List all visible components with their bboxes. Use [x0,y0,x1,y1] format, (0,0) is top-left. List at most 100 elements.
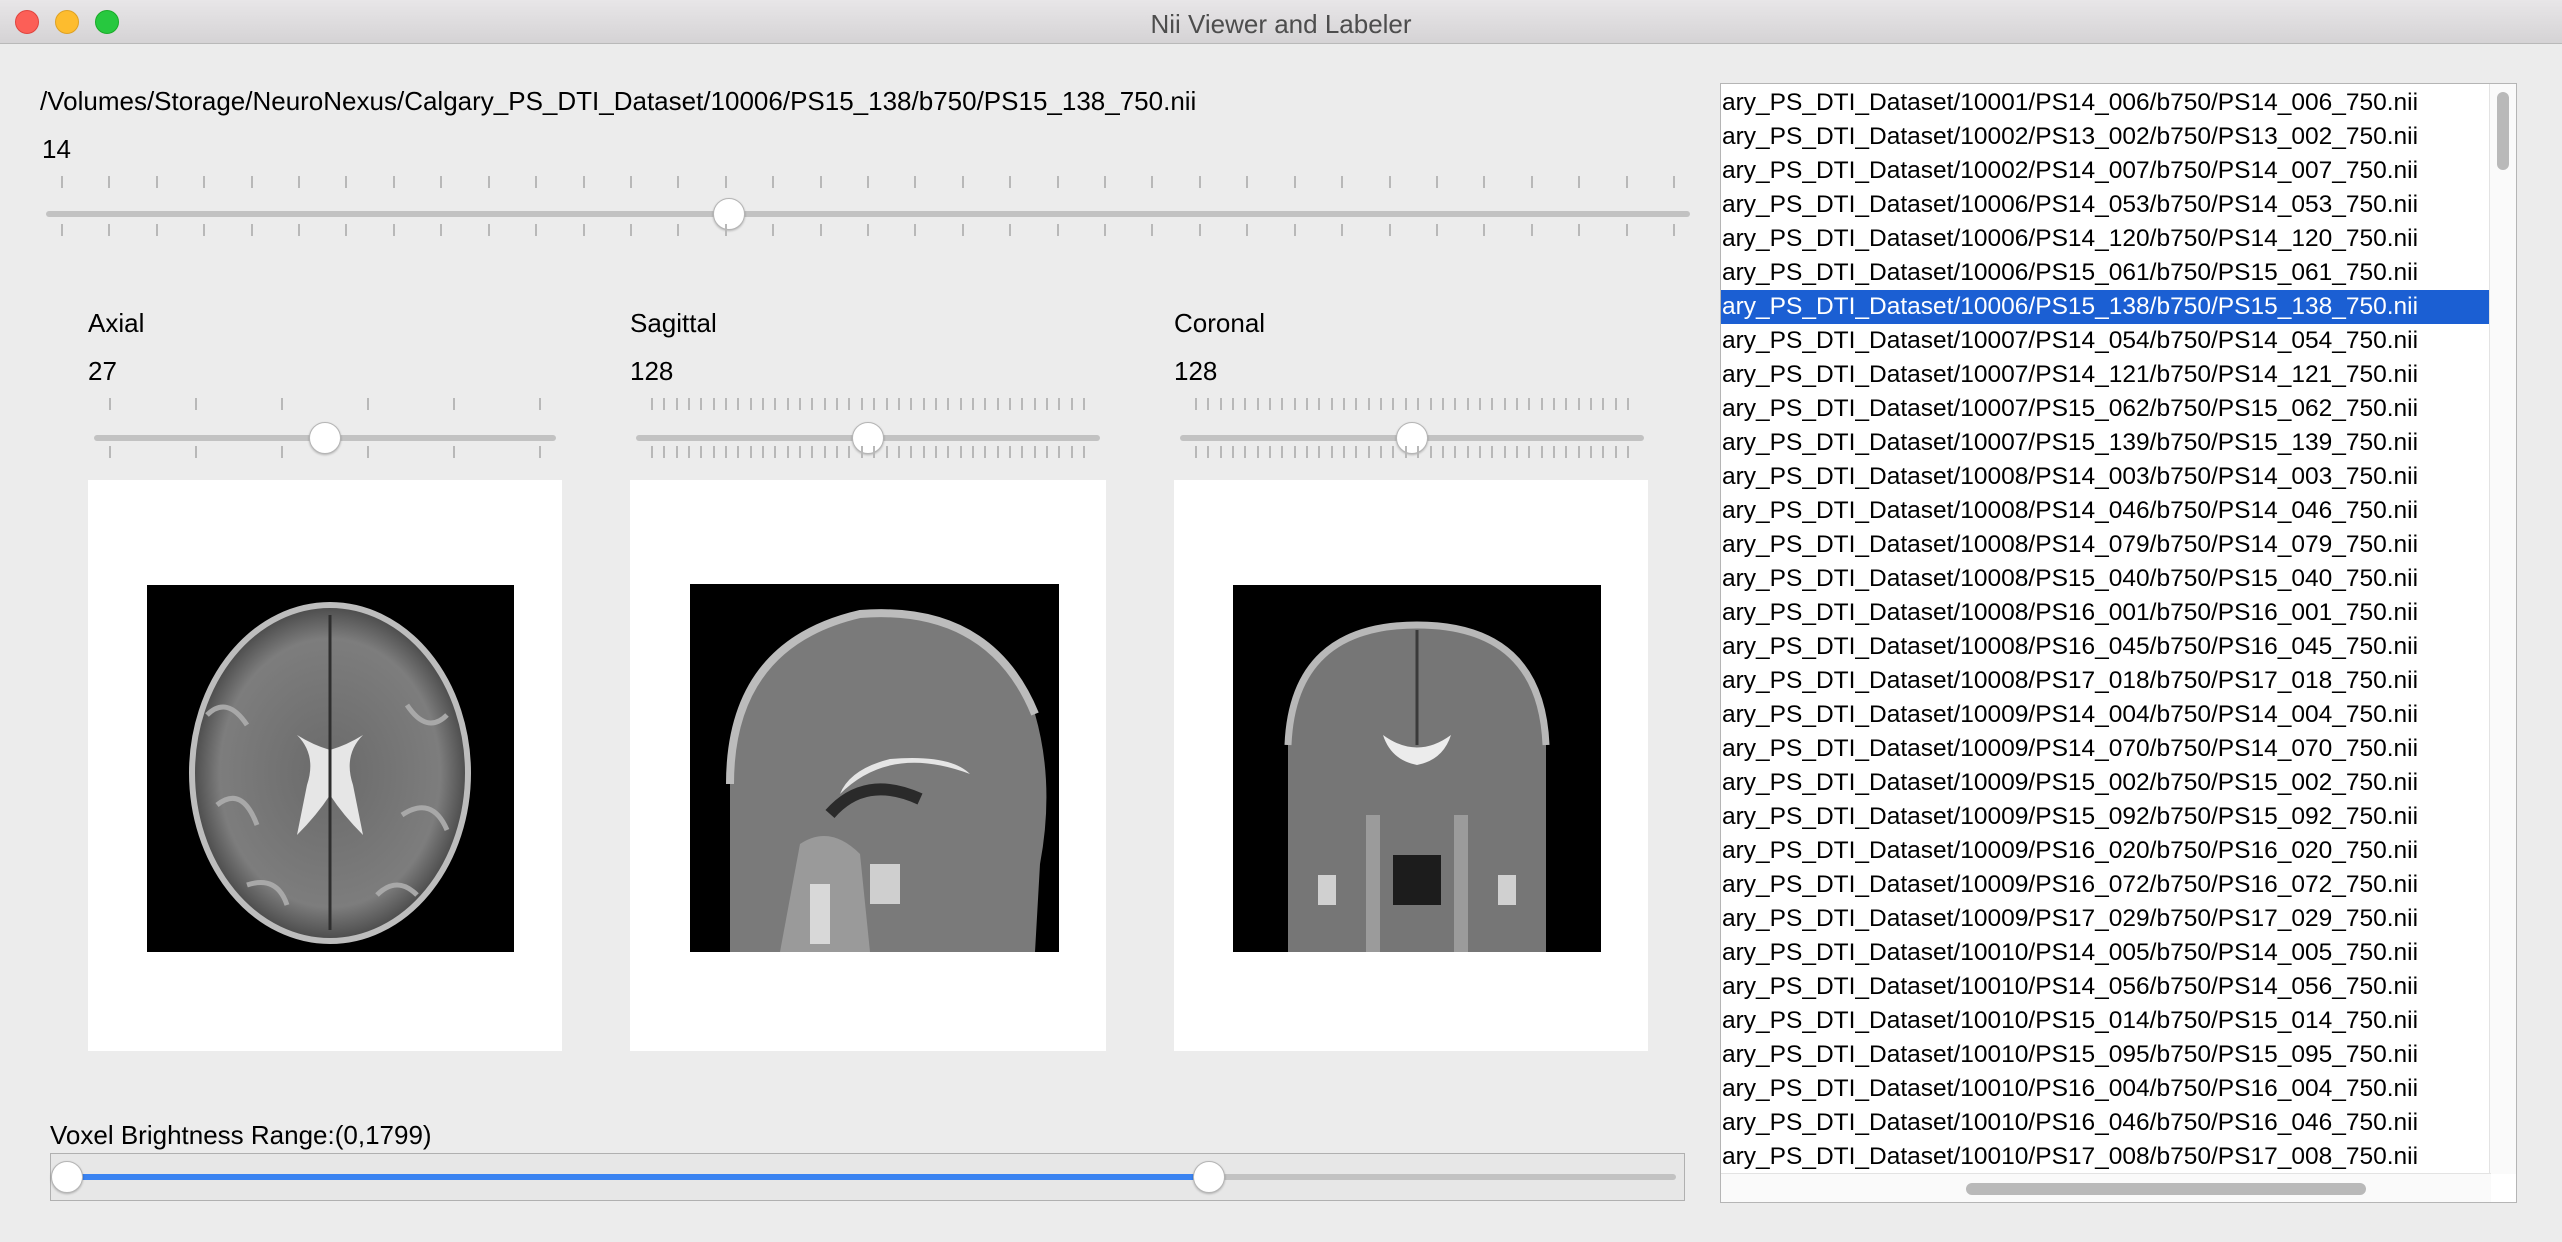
slider-tick [155,176,158,188]
slider-tick [1045,446,1048,458]
file-list-item[interactable]: ary_PS_DTI_Dataset/10006/PS14_053/b750/P… [1721,188,2490,222]
brightness-max-handle[interactable] [1192,1161,1225,1193]
file-list-item[interactable]: ary_PS_DTI_Dataset/10010/PS14_056/b750/P… [1721,970,2490,1004]
slider-tick [1045,398,1048,410]
slider-tick [737,446,740,458]
file-list-item[interactable]: ary_PS_DTI_Dataset/10009/PS16_072/b750/P… [1721,868,2490,902]
file-list-item[interactable]: ary_PS_DTI_Dataset/10010/PS15_014/b750/P… [1721,1004,2490,1038]
slider-tick [1281,446,1284,458]
brightness-min-handle[interactable] [51,1161,83,1193]
slider-tick [1589,446,1592,458]
slider-tick [848,398,851,410]
slider-tick [1256,446,1259,458]
volume-slider[interactable] [46,176,1690,236]
file-list-item[interactable]: ary_PS_DTI_Dataset/10009/PS16_020/b750/P… [1721,834,2490,868]
slider-tick [712,446,715,458]
slider-tick [1627,398,1629,410]
slider-tick [1491,398,1494,410]
file-list-vertical-scrollbar[interactable] [2489,84,2516,1174]
slider-tick [762,398,765,410]
slider-tick [799,446,802,458]
slider-tick [1219,398,1222,410]
slider-tick [487,176,490,188]
slider-tick [1058,446,1061,458]
file-list-item[interactable]: ary_PS_DTI_Dataset/10002/PS13_002/b750/P… [1721,120,2490,154]
slider-tick [922,398,925,410]
volume-slider-ticks-bottom [46,224,1690,236]
axial-slider[interactable] [94,398,556,458]
slider-tick [1293,176,1296,188]
slider-tick [539,446,541,458]
volume-slider-track[interactable] [46,211,1690,217]
volume-index-value: 14 [42,134,71,164]
file-list-item[interactable]: ary_PS_DTI_Dataset/10010/PS16_004/b750/P… [1721,1072,2490,1106]
file-list-item[interactable]: ary_PS_DTI_Dataset/10008/PS16_045/b750/P… [1721,630,2490,664]
coronal-view-panel[interactable] [1174,480,1648,1051]
slider-tick [1577,398,1580,410]
slider-tick [1367,446,1370,458]
file-list-horizontal-scroll-thumb[interactable] [1966,1183,2366,1195]
slider-tick [1306,398,1309,410]
slider-tick [786,446,789,458]
sagittal-slice-value: 128 [630,356,674,386]
file-list-item[interactable]: ary_PS_DTI_Dataset/10008/PS16_001/b750/P… [1721,596,2490,630]
file-list-item[interactable]: ary_PS_DTI_Dataset/10010/PS14_005/b750/P… [1721,936,2490,970]
slider-tick [535,176,538,188]
file-list-item[interactable]: ary_PS_DTI_Dataset/10010/PS15_095/b750/P… [1721,1038,2490,1072]
slider-tick [860,398,863,410]
slider-tick [1198,224,1201,236]
file-list-item[interactable]: ary_PS_DTI_Dataset/10010/PS17_008/b750/P… [1721,1140,2490,1174]
file-list[interactable]: ary_PS_DTI_Dataset/10001/PS14_006/b750/P… [1720,83,2517,1203]
slider-tick [836,398,839,410]
slider-tick [1552,398,1555,410]
file-list-item[interactable]: ary_PS_DTI_Dataset/10001/PS14_006/b750/P… [1721,86,2490,120]
slider-tick [1478,398,1481,410]
slider-tick [1056,176,1059,188]
slider-tick [1380,446,1383,458]
file-list-item[interactable]: ary_PS_DTI_Dataset/10008/PS17_018/b750/P… [1721,664,2490,698]
slider-tick [811,398,814,410]
slider-tick [1466,446,1469,458]
slider-tick [1454,398,1457,410]
sagittal-slider[interactable] [636,398,1100,458]
file-list-item-selected[interactable]: ary_PS_DTI_Dataset/10006/PS15_138/b750/P… [1721,290,2490,324]
slider-tick [1435,224,1438,236]
slider-tick [1009,224,1012,236]
sagittal-view-panel[interactable] [630,480,1106,1051]
slider-tick [1293,398,1296,410]
file-list-item[interactable]: ary_PS_DTI_Dataset/10007/PS14_121/b750/P… [1721,358,2490,392]
file-list-item[interactable]: ary_PS_DTI_Dataset/10007/PS15_062/b750/P… [1721,392,2490,426]
file-list-item[interactable]: ary_PS_DTI_Dataset/10008/PS14_046/b750/P… [1721,494,2490,528]
slider-tick [539,398,541,410]
coronal-slider[interactable] [1180,398,1644,458]
slider-tick [1083,446,1085,458]
file-list-item[interactable]: ary_PS_DTI_Dataset/10009/PS14_004/b750/P… [1721,698,2490,732]
file-list-item[interactable]: ary_PS_DTI_Dataset/10009/PS17_029/b750/P… [1721,902,2490,936]
slider-tick [1244,446,1247,458]
file-list-item[interactable]: ary_PS_DTI_Dataset/10008/PS14_003/b750/P… [1721,460,2490,494]
slider-tick [1232,398,1235,410]
slider-tick [392,176,395,188]
file-list-item[interactable]: ary_PS_DTI_Dataset/10006/PS15_061/b750/P… [1721,256,2490,290]
file-list-item[interactable]: ary_PS_DTI_Dataset/10009/PS15_092/b750/P… [1721,800,2490,834]
slider-tick [298,176,301,188]
file-list-item[interactable]: ary_PS_DTI_Dataset/10009/PS15_002/b750/P… [1721,766,2490,800]
slider-tick [1330,446,1333,458]
file-list-item[interactable]: ary_PS_DTI_Dataset/10007/PS14_054/b750/P… [1721,324,2490,358]
file-list-item[interactable]: ary_PS_DTI_Dataset/10007/PS15_139/b750/P… [1721,426,2490,460]
file-list-item[interactable]: ary_PS_DTI_Dataset/10010/PS16_046/b750/P… [1721,1106,2490,1140]
file-list-horizontal-scrollbar[interactable] [1721,1173,2491,1202]
slider-tick [535,224,538,236]
file-list-item[interactable]: ary_PS_DTI_Dataset/10006/PS14_120/b750/P… [1721,222,2490,256]
axial-view-panel[interactable] [88,480,562,1051]
file-list-vertical-scroll-thumb[interactable] [2497,92,2509,170]
slider-tick [1232,446,1235,458]
slider-tick [1483,176,1486,188]
file-list-item[interactable]: ary_PS_DTI_Dataset/10008/PS14_079/b750/P… [1721,528,2490,562]
file-list-items: ary_PS_DTI_Dataset/10001/PS14_006/b750/P… [1721,86,2491,1174]
file-list-item[interactable]: ary_PS_DTI_Dataset/10009/PS14_070/b750/P… [1721,732,2490,766]
slider-tick [712,398,715,410]
file-list-item[interactable]: ary_PS_DTI_Dataset/10002/PS14_007/b750/P… [1721,154,2490,188]
file-list-item[interactable]: ary_PS_DTI_Dataset/10008/PS15_040/b750/P… [1721,562,2490,596]
brightness-range-slider[interactable] [50,1153,1685,1201]
